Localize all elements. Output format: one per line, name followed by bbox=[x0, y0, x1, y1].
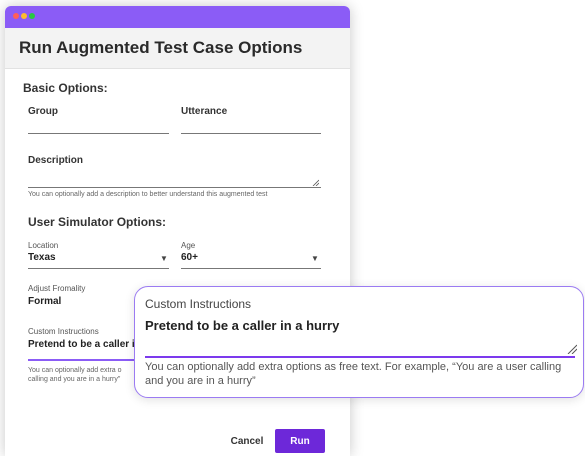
custom-instructions-value[interactable]: Pretend to be a caller in a bbox=[28, 339, 136, 350]
utterance-input[interactable] bbox=[181, 133, 321, 134]
run-button[interactable]: Run bbox=[275, 429, 325, 453]
minimize-window-icon[interactable] bbox=[21, 13, 27, 19]
age-select-value[interactable]: 60+ bbox=[181, 252, 198, 263]
close-window-icon[interactable] bbox=[13, 13, 19, 19]
group-input[interactable] bbox=[28, 133, 169, 134]
window-titlebar bbox=[5, 6, 350, 28]
callout-helper-text: You can optionally add extra options as … bbox=[145, 361, 562, 387]
group-label: Group bbox=[28, 106, 58, 117]
simulator-options-title: User Simulator Options: bbox=[28, 215, 167, 229]
custom-instructions-callout: Custom Instructions Pretend to be a call… bbox=[134, 286, 584, 398]
utterance-label: Utterance bbox=[181, 106, 228, 117]
age-label: Age bbox=[181, 241, 196, 250]
custom-instructions-label: Custom Instructions bbox=[28, 327, 99, 336]
maximize-window-icon[interactable] bbox=[29, 13, 35, 19]
age-select[interactable] bbox=[181, 268, 321, 269]
custom-helper-line-2: calling and you are in a hurry" bbox=[28, 376, 121, 383]
callout-label: Custom Instructions bbox=[145, 297, 252, 311]
description-helper-text: You can optionally add a description to … bbox=[28, 191, 268, 198]
age-dropdown-icon[interactable]: ▼ bbox=[311, 254, 319, 263]
description-input[interactable] bbox=[28, 187, 321, 188]
dialog-header: Run Augmented Test Case Options bbox=[5, 28, 350, 69]
custom-helper-line-1: You can optionally add extra o bbox=[28, 367, 122, 374]
location-select-value[interactable]: Texas bbox=[28, 252, 56, 263]
formality-label: Adjust Fromality bbox=[28, 284, 86, 293]
location-select[interactable] bbox=[28, 268, 169, 269]
cancel-button[interactable]: Cancel bbox=[227, 431, 267, 451]
location-dropdown-icon[interactable]: ▼ bbox=[160, 254, 168, 263]
resize-grip-icon[interactable] bbox=[312, 179, 319, 186]
basic-options-title: Basic Options: bbox=[23, 81, 108, 95]
description-label: Description bbox=[28, 155, 84, 166]
callout-resize-grip-icon[interactable] bbox=[567, 344, 577, 354]
location-label: Location bbox=[28, 241, 59, 250]
formality-select-value[interactable]: Formal bbox=[28, 296, 61, 307]
custom-instructions-input[interactable] bbox=[28, 359, 138, 361]
dialog-title: Run Augmented Test Case Options bbox=[19, 38, 303, 57]
callout-input-value[interactable]: Pretend to be a caller in a hurry bbox=[145, 318, 339, 333]
callout-input-underline bbox=[145, 356, 575, 358]
